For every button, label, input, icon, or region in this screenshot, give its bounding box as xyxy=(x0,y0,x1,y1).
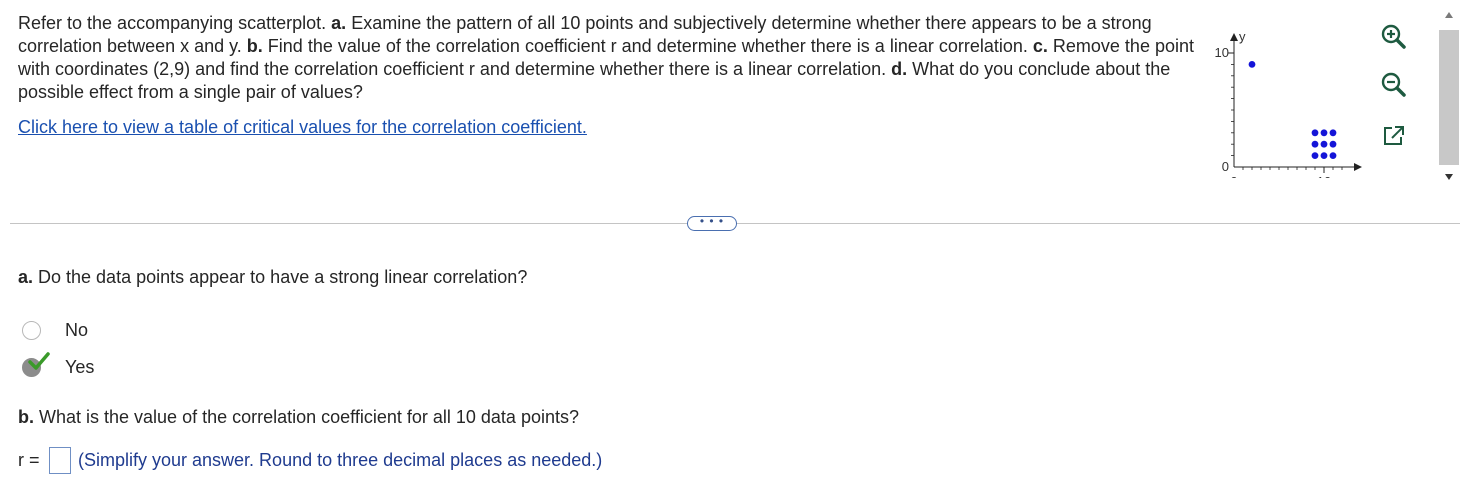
zoom-in-icon[interactable] xyxy=(1378,22,1408,52)
data-point xyxy=(1311,152,1319,160)
scroll-down-icon[interactable] xyxy=(1445,174,1453,180)
data-point xyxy=(1248,61,1256,68)
popout-icon[interactable] xyxy=(1380,122,1410,152)
zoom-out-icon[interactable] xyxy=(1378,70,1408,100)
option-no-label: No xyxy=(65,320,89,340)
part-d-marker: d. xyxy=(891,59,908,79)
data-point xyxy=(1329,140,1337,148)
r-label: r = xyxy=(18,450,40,470)
part-c-marker: c. xyxy=(1032,36,1048,56)
x-axis-arrow xyxy=(1354,163,1362,171)
scroll-up-icon[interactable] xyxy=(1445,12,1453,18)
data-point xyxy=(1320,129,1328,137)
problem-statement: Refer to the accompanying scatterplot. a… xyxy=(18,12,1198,104)
problem-part-b: Find the value of the correlation coeffi… xyxy=(262,36,1033,56)
answer-hint: (Simplify your answer. Round to three de… xyxy=(78,450,603,470)
checkmark-icon xyxy=(28,352,50,370)
x-tick-label: 10 xyxy=(1317,174,1331,178)
part-a-marker: a. xyxy=(331,13,347,33)
data-point xyxy=(1329,129,1337,137)
problem-intro: Refer to the accompanying scatterplot. xyxy=(18,13,332,33)
critical-values-link[interactable]: Click here to view a table of critical v… xyxy=(18,117,587,138)
option-yes-label: Yes xyxy=(65,357,95,377)
part-b-question: b. What is the value of the correlation … xyxy=(18,407,579,428)
radio-no[interactable] xyxy=(22,321,41,340)
more-options-button[interactable]: • • • xyxy=(687,215,737,231)
data-point xyxy=(1329,152,1337,160)
y-axis-label: y xyxy=(1239,29,1246,44)
part-b-marker: b. xyxy=(246,36,263,56)
scatterplot: 010010xy xyxy=(1215,29,1362,178)
data-point xyxy=(1311,129,1319,137)
y-tick-label: 10 xyxy=(1215,45,1229,60)
part-a-text: Do the data points appear to have a stro… xyxy=(33,267,528,287)
r-answer-input[interactable] xyxy=(49,447,71,474)
y-tick-label: 0 xyxy=(1222,159,1229,174)
data-point xyxy=(1320,140,1328,148)
scrollbar-thumb[interactable] xyxy=(1439,30,1459,165)
y-axis-arrow xyxy=(1230,33,1238,41)
part-b-text: What is the value of the correlation coe… xyxy=(34,407,579,427)
data-point xyxy=(1311,140,1319,148)
x-tick-label: 0 xyxy=(1230,174,1237,178)
data-point xyxy=(1320,152,1328,160)
part-a-label: a. xyxy=(18,267,34,287)
part-a-question: a. Do the data points appear to have a s… xyxy=(18,267,527,288)
part-b-label: b. xyxy=(18,407,34,427)
vertical-scrollbar[interactable] xyxy=(1434,6,1464,186)
